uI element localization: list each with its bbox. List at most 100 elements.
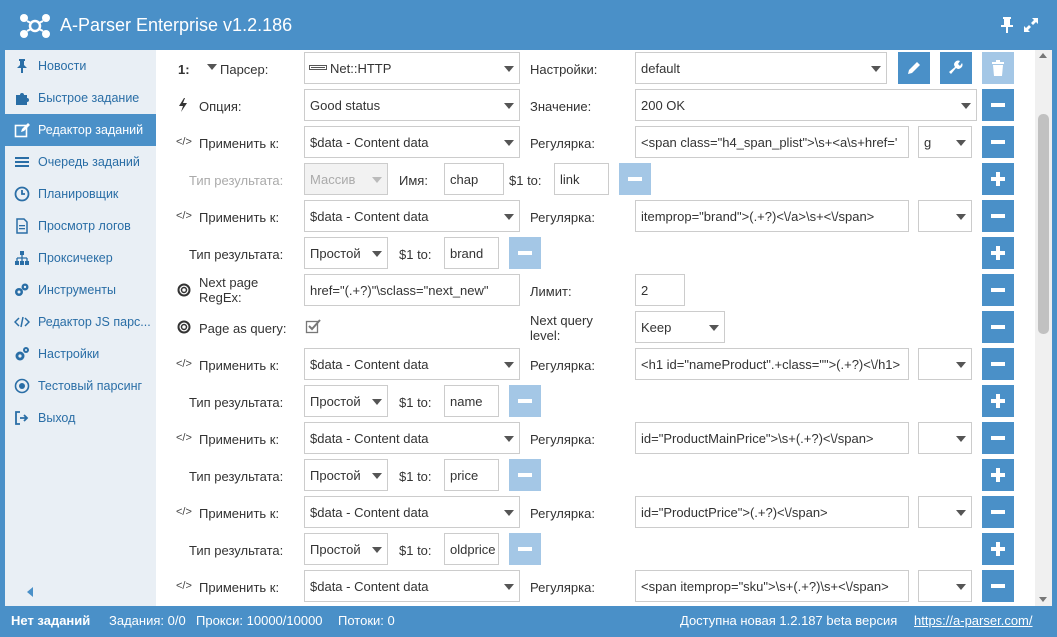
sidebar-item-test-parsing[interactable]: Тестовый парсинг xyxy=(5,370,156,402)
plus-icon xyxy=(996,542,1000,556)
apply-to-select[interactable]: $data - Content data xyxy=(304,348,520,380)
add-button[interactable] xyxy=(982,533,1014,565)
remove-regex-button[interactable] xyxy=(982,126,1014,158)
regex-input[interactable]: <h1 id="nameProduct".+class="">(.+?)<\/h… xyxy=(635,348,909,380)
regex-input[interactable]: <span itemprop="sku">\s+(.+?)\s+<\/span> xyxy=(635,570,909,602)
name-input[interactable]: chap xyxy=(444,163,504,195)
remove-result-button[interactable] xyxy=(509,385,541,417)
sidebar-item-proxychecker[interactable]: Проксичекер xyxy=(5,242,156,274)
scroll-down-icon[interactable] xyxy=(1039,597,1047,602)
regex-input[interactable]: <span class="h4_span_plist">\s+<a\s+href… xyxy=(635,126,909,158)
edit-settings-button[interactable] xyxy=(898,52,930,84)
result-type-select[interactable]: Простой xyxy=(304,385,388,417)
add-button[interactable] xyxy=(982,459,1014,491)
add-button[interactable] xyxy=(982,385,1014,417)
chevron-down-icon xyxy=(956,584,966,590)
sidebar-item-logs[interactable]: Просмотр логов xyxy=(5,210,156,242)
sidebar-item-task-queue[interactable]: Очередь заданий xyxy=(5,146,156,178)
sitemap-icon xyxy=(15,251,29,265)
chevron-down-icon xyxy=(709,325,719,331)
sidebar-item-news[interactable]: Новости xyxy=(5,50,156,82)
sidebar-item-tools[interactable]: Инструменты xyxy=(5,274,156,306)
title-bar: A-Parser Enterprise v1.2.186 xyxy=(0,0,1057,50)
regex-input[interactable]: itemprop="brand">(.+?)<\/a>\s+<\/span> xyxy=(635,200,909,232)
override-settings-button[interactable] xyxy=(940,52,972,84)
result-type-select[interactable]: Массив xyxy=(304,163,388,195)
s1-to-input[interactable]: name xyxy=(444,385,499,417)
regex-flags-select[interactable] xyxy=(918,570,972,602)
parser-collapse-icon[interactable] xyxy=(207,64,217,70)
next-page-regex-input[interactable]: href="(.+?)"\sclass="next_new" xyxy=(304,274,520,306)
s1-to-input[interactable]: price xyxy=(444,459,499,491)
delete-parser-button[interactable] xyxy=(982,52,1014,84)
remove-regex-button[interactable] xyxy=(982,570,1014,602)
scrollbar-thumb[interactable] xyxy=(1038,114,1049,334)
apply-to-select[interactable]: $data - Content data xyxy=(304,422,520,454)
proxies-count: Прокси: 10000/10000 xyxy=(196,613,323,628)
s1-to-input[interactable]: brand xyxy=(444,237,499,269)
edit-icon xyxy=(14,123,30,138)
remove-next-page-button[interactable] xyxy=(982,274,1014,306)
option-select[interactable]: Good status xyxy=(304,89,520,121)
result-type-select[interactable]: Простой xyxy=(304,459,388,491)
vertical-scrollbar[interactable] xyxy=(1035,50,1052,606)
chevron-down-icon xyxy=(956,362,966,368)
sidebar-item-quick-task[interactable]: Быстрое задание xyxy=(5,82,156,114)
add-button[interactable] xyxy=(982,163,1014,195)
remove-regex-button[interactable] xyxy=(982,348,1014,380)
sidebar-item-js-editor[interactable]: Редактор JS парс... xyxy=(5,306,156,338)
code-icon: </> xyxy=(176,580,192,592)
sidebar-item-exit[interactable]: Выход xyxy=(5,402,156,434)
remove-page-query-button[interactable] xyxy=(982,311,1014,343)
apply-to-select[interactable]: $data - Content data xyxy=(304,496,520,528)
result-type-label: Тип результата: xyxy=(189,247,284,262)
scroll-up-icon[interactable] xyxy=(1039,53,1047,58)
regex-input[interactable]: id="ProductPrice">(.+?)<\/span> xyxy=(635,496,909,528)
remove-regex-button[interactable] xyxy=(982,422,1014,454)
remove-result-button[interactable] xyxy=(509,459,541,491)
pin-window-icon[interactable] xyxy=(998,16,1016,34)
sidebar-item-task-editor[interactable]: Редактор заданий xyxy=(5,114,156,146)
limit-input[interactable]: 2 xyxy=(635,274,685,306)
sidebar-item-label: Очередь заданий xyxy=(38,155,140,169)
remove-result-button[interactable] xyxy=(509,237,541,269)
apply-to-label: Применить к: xyxy=(199,210,280,225)
settings-select[interactable]: default xyxy=(635,52,887,84)
regex-flags-select[interactable] xyxy=(918,348,972,380)
remove-result-button[interactable] xyxy=(619,163,651,195)
regex-flags-select[interactable] xyxy=(918,422,972,454)
apply-to-select[interactable]: $data - Content data xyxy=(304,200,520,232)
expand-icon[interactable] xyxy=(1022,16,1040,34)
chevron-down-icon xyxy=(372,399,382,405)
minus-icon xyxy=(991,325,1005,329)
remove-regex-button[interactable] xyxy=(982,496,1014,528)
regex-flags-select[interactable] xyxy=(918,496,972,528)
add-button[interactable] xyxy=(982,237,1014,269)
sidebar-item-settings[interactable]: Настройки xyxy=(5,338,156,370)
sidebar-item-label: Настройки xyxy=(38,347,100,361)
apply-to-select[interactable]: $data - Content data xyxy=(304,570,520,602)
site-link[interactable]: https://a-parser.com/ xyxy=(914,613,1033,628)
parser-select[interactable]: Net::HTTP xyxy=(304,52,520,84)
value-select[interactable]: 200 OK xyxy=(635,89,977,121)
apply-to-select[interactable]: $data - Content data xyxy=(304,126,520,158)
result-type-select[interactable]: Простой xyxy=(304,533,388,565)
pencil-icon xyxy=(908,62,920,74)
regex-flags-select[interactable]: g xyxy=(918,126,972,158)
a-parser-logo-icon xyxy=(20,14,50,38)
regex-input[interactable]: id="ProductMainPrice">\s+(.+?)<\/span> xyxy=(635,422,909,454)
parser-number: 1: xyxy=(178,62,190,77)
s1-to-input[interactable]: link xyxy=(554,163,609,195)
remove-regex-button[interactable] xyxy=(982,200,1014,232)
chevron-down-icon xyxy=(504,436,514,442)
remove-option-button[interactable] xyxy=(982,89,1014,121)
collapse-sidebar-icon[interactable] xyxy=(24,585,36,599)
sidebar-item-scheduler[interactable]: Планировщик xyxy=(5,178,156,210)
remove-result-button[interactable] xyxy=(509,533,541,565)
result-type-select[interactable]: Простой xyxy=(304,237,388,269)
threads-count: Потоки: 0 xyxy=(338,613,395,628)
s1-to-input[interactable]: oldprice xyxy=(444,533,499,565)
page-as-query-checkbox[interactable] xyxy=(305,318,321,334)
next-query-level-select[interactable]: Keep xyxy=(635,311,725,343)
regex-flags-select[interactable] xyxy=(918,200,972,232)
